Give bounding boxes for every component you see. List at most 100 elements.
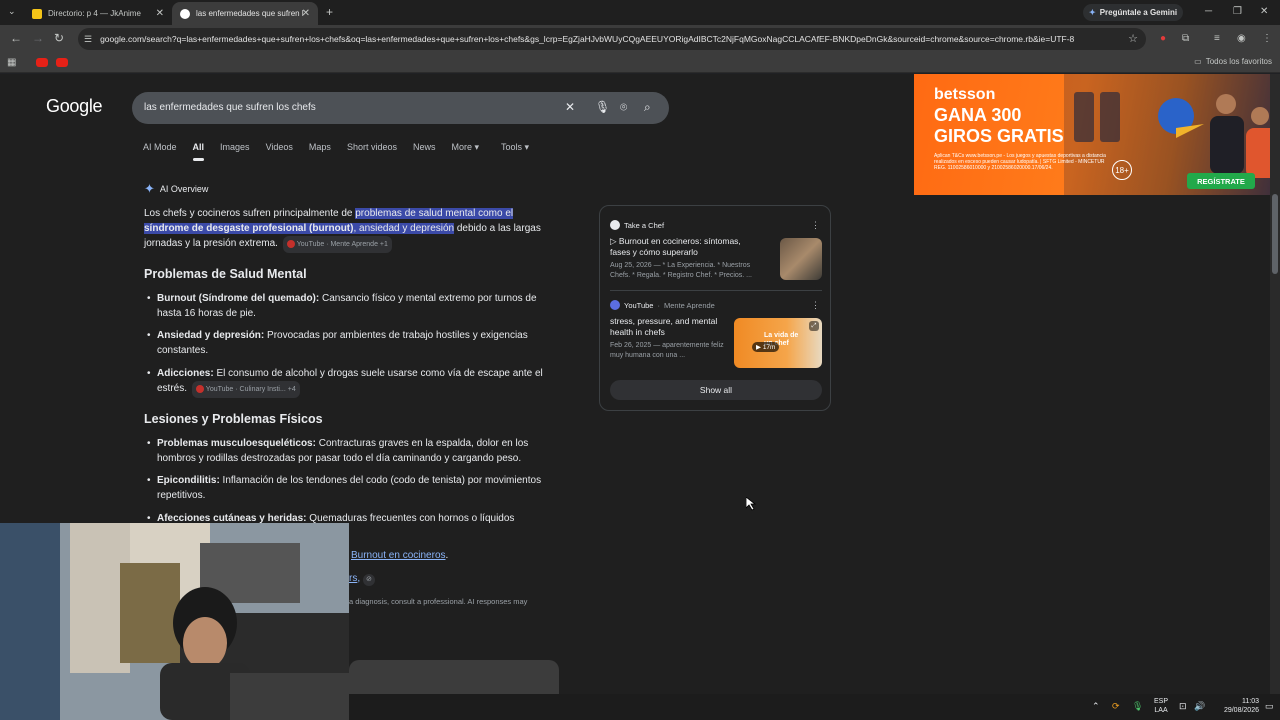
network-icon[interactable]: ⊡ [1179, 701, 1187, 712]
citation-chip[interactable]: YouTube · Culinary Insti... +4 [191, 381, 300, 398]
ad-fine-print: Aplican T&Cs www.betsson.pe - Los juegos… [934, 153, 1106, 171]
window-close-icon[interactable]: ✕ [1260, 6, 1268, 17]
betsson-ad-banner[interactable]: betsson GANA 300 GIROS GRATIS Aplican T&… [914, 74, 1270, 195]
filter-news[interactable]: News [413, 142, 436, 153]
list-item: Ansiedad y depresión: Provocadas por amb… [147, 328, 552, 358]
ad-headline: GANA 300 GIROS GRATIS [934, 105, 1064, 147]
partial-link[interactable]: rs, ⊘ [349, 571, 375, 586]
filter-more[interactable]: More ▾ [451, 142, 479, 153]
address-bar[interactable]: ☰ google.com/search?q=las+enfermedades+q… [78, 28, 1146, 50]
partial-link-text[interactable]: rs [349, 573, 357, 584]
extension-record-icon[interactable]: ● [1160, 33, 1166, 44]
app-tray-icon[interactable]: ⟳ [1112, 701, 1120, 712]
url-text[interactable]: google.com/search?q=las+enfermedades+que… [100, 34, 1130, 44]
highlight-bold-text: síndrome de desgaste profesional (burnou… [144, 223, 354, 234]
filter-images[interactable]: Images [220, 142, 250, 153]
item-title: Burnout (Síndrome del quemado): [157, 293, 320, 304]
chevron-up-icon[interactable]: ⌃ [1092, 701, 1100, 712]
tab-title: Directorio: p 4 — JkAnime [48, 9, 141, 18]
filter-videos[interactable]: Videos [266, 142, 293, 153]
channel-avatar-icon [610, 300, 620, 310]
source-title[interactable]: stress, pressure, and mental health in c… [610, 316, 730, 338]
tab-title: las enfermedades que sufren lo [196, 9, 304, 18]
source-title[interactable]: ▷ Burnout en cocineros: síntomas, fases … [610, 236, 760, 258]
filter-tools[interactable]: Tools ▾ [501, 142, 529, 153]
tab-jkanime[interactable]: Directorio: p 4 — JkAnime ✕ [24, 2, 172, 25]
link-tail: . [445, 550, 449, 561]
more-options-icon[interactable]: ⋮ [811, 220, 820, 231]
more-options-icon[interactable]: ⋮ [811, 300, 820, 311]
google-logo[interactable]: Google [46, 96, 103, 117]
volume-icon[interactable]: 🔊 [1194, 701, 1205, 712]
page-scrollbar[interactable] [1270, 74, 1280, 694]
search-input[interactable]: las enfermedades que sufren los chefs [144, 102, 316, 113]
clock[interactable]: 11:03 29/08/2026 [1207, 697, 1259, 715]
search-box[interactable]: las enfermedades que sufren los chefs ✕ … [132, 92, 669, 124]
media-controls-icon[interactable]: ≡ [1214, 33, 1220, 44]
mic-tray-icon[interactable]: 🎙 [1132, 701, 1143, 712]
link-chain-icon[interactable]: ⊘ [362, 574, 375, 586]
new-tab-icon[interactable]: + [326, 5, 333, 19]
register-button[interactable]: REGÍSTRATE [1187, 173, 1255, 189]
gemini-button[interactable]: ✦ Pregúntale a Gemini [1083, 4, 1183, 21]
list-item: Epicondilitis: Inflamación de los tendon… [147, 473, 552, 503]
ad-headline-line: GANA 300 [934, 105, 1022, 125]
burnout-link[interactable]: Burnout en cocineros [351, 550, 446, 561]
intro-text: Los chefs y cocineros sufren principalme… [144, 208, 356, 219]
back-icon[interactable]: ← [10, 31, 22, 45]
time: 11:03 [1242, 698, 1259, 705]
search-icon[interactable]: ⌕ [644, 100, 651, 115]
youtube-bookmark-icon[interactable] [56, 58, 68, 67]
section-heading: Lesiones y Problemas Físicos [144, 412, 323, 426]
citation-label: YouTube · Mente Aprende +1 [296, 241, 388, 248]
close-icon[interactable]: ✕ [302, 8, 310, 19]
clear-icon[interactable]: ✕ [565, 100, 575, 114]
youtube-icon [286, 240, 295, 249]
all-bookmarks-label: Todos los favoritos [1205, 57, 1272, 66]
mic-icon[interactable]: 🎙 [595, 100, 610, 114]
filter-short-videos[interactable]: Short videos [347, 142, 397, 153]
language-code: ESP [1154, 698, 1169, 705]
lens-icon[interactable]: ⌾ [620, 100, 627, 115]
source-header: YouTube · Mente Aprende [610, 300, 822, 310]
ai-overview-label: AI Overview [159, 184, 209, 194]
source-channel: Mente Aprende [663, 300, 715, 310]
forward-icon[interactable]: → [32, 31, 44, 45]
bookmark-star-icon[interactable]: ☆ [1128, 32, 1138, 45]
ad-headline-line: GIROS GRATIS [934, 126, 1064, 146]
reload-icon[interactable]: ↻ [54, 31, 64, 45]
notifications-icon[interactable]: ▭ [1265, 701, 1274, 712]
menu-kebab-icon[interactable]: ⋮ [1262, 33, 1272, 44]
video-thumbnail[interactable]: La vida de un chef ▶ 17m ⤢ [734, 318, 822, 368]
all-bookmarks-button[interactable]: ▭ Todos los favoritos [1194, 57, 1272, 66]
minimize-icon[interactable]: ─ [1205, 6, 1212, 17]
site-info-icon[interactable]: ☰ [84, 34, 92, 45]
source-snippet: Aug 25, 2026 — * La Experiencia. * Nuest… [610, 262, 753, 279]
tab-search-icon[interactable]: ⌄ [8, 6, 16, 17]
folder-icon: ▭ [1194, 57, 1202, 66]
source-thumbnail[interactable] [780, 238, 822, 280]
ad-brand: betsson [934, 86, 996, 103]
apps-grid-icon[interactable]: ▦ [7, 57, 16, 68]
input-language[interactable]: ESP LAA [1154, 697, 1168, 715]
mouse-cursor-icon [746, 497, 756, 511]
filter-ai-mode[interactable]: AI Mode [143, 142, 177, 153]
scrollbar-thumb[interactable] [1272, 194, 1278, 274]
show-all-button[interactable]: Show all [610, 380, 822, 400]
browser-toolbar: ← → ↻ ☰ google.com/search?q=las+enfermed… [0, 25, 1280, 53]
expand-icon[interactable]: ⤢ [809, 321, 819, 331]
profile-icon[interactable]: ◉ [1237, 33, 1246, 44]
webcam-overlay [0, 523, 349, 720]
filter-all[interactable]: All [192, 142, 204, 161]
source-item[interactable]: Take a Chef ⋮ ▷ Burnout en cocineros: sí… [610, 220, 822, 281]
close-icon[interactable]: ✕ [156, 8, 164, 19]
citation-chip[interactable]: YouTube · Mente Aprende +1 [282, 236, 392, 253]
youtube-bookmark-icon[interactable] [36, 58, 48, 67]
source-item[interactable]: YouTube · Mente Aprende ⋮ stress, pressu… [610, 300, 822, 368]
maximize-icon[interactable]: ❐ [1233, 6, 1242, 17]
filter-maps[interactable]: Maps [309, 142, 331, 153]
follow-up-box[interactable] [349, 660, 559, 694]
google-favicon-icon [180, 8, 190, 19]
tab-google-search[interactable]: las enfermedades que sufren lo ✕ [172, 2, 318, 25]
extensions-puzzle-icon[interactable]: ⧉ [1182, 33, 1189, 44]
